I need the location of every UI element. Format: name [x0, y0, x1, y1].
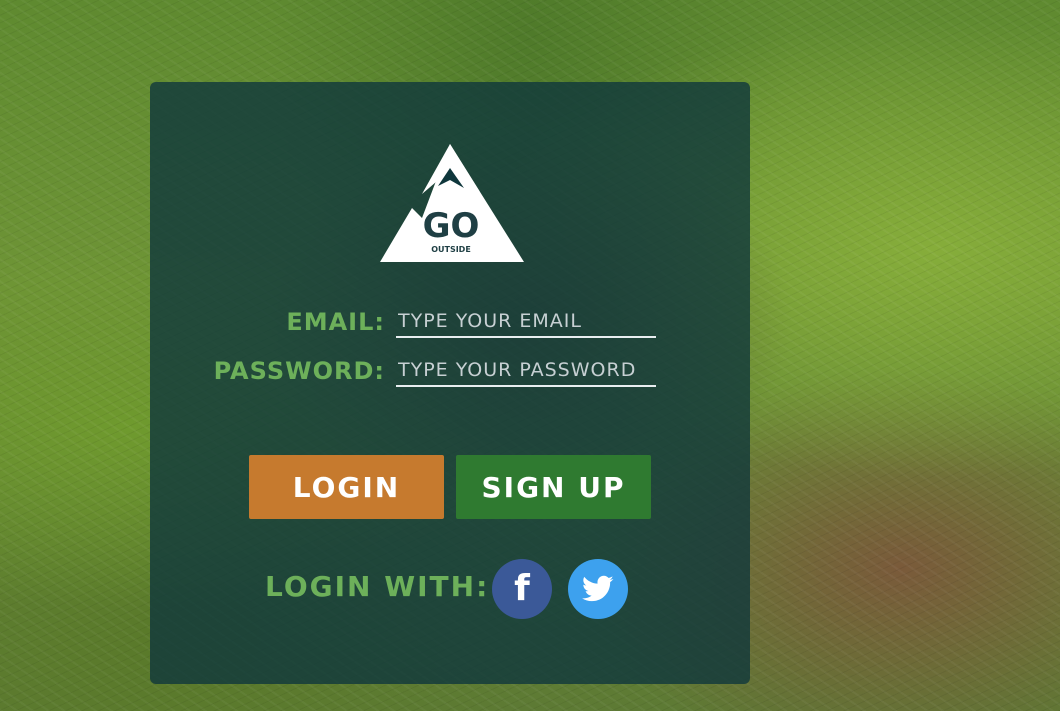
- sign-up-button[interactable]: Sign Up: [456, 455, 651, 519]
- login-with-label: Login with:: [265, 570, 490, 603]
- logo-sub: OUTSIDE: [431, 245, 471, 254]
- twitter-icon: [582, 575, 614, 602]
- email-label: Email:: [286, 308, 385, 336]
- logo-word: GO: [423, 206, 480, 246]
- email-field[interactable]: [396, 306, 656, 338]
- password-field[interactable]: [396, 355, 656, 387]
- facebook-login-button[interactable]: f: [492, 559, 552, 619]
- facebook-icon: f: [514, 568, 530, 609]
- password-label: Password:: [213, 357, 385, 385]
- login-button[interactable]: Login: [249, 455, 444, 519]
- password-row: Password:: [150, 351, 750, 391]
- go-outside-logo: GO OUTSIDE: [378, 142, 524, 264]
- login-panel: GO OUTSIDE Email: Password: Login Sign U…: [150, 82, 750, 684]
- email-row: Email:: [150, 302, 750, 342]
- mountain-logo-icon: GO OUTSIDE: [380, 144, 524, 262]
- twitter-login-button[interactable]: [568, 559, 628, 619]
